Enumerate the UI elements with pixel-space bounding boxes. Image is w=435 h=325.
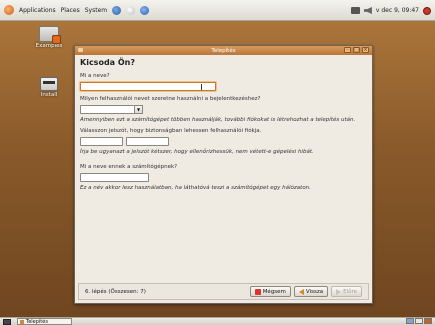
menu-system[interactable]: System xyxy=(85,7,107,14)
username-dropdown-button[interactable]: ▼ xyxy=(134,105,143,114)
username-hint: Amennyiben ezt a számítógépet többen has… xyxy=(80,117,356,123)
wizard-footer: 6. lépés (Összesen: 7) Mégsem Vissza Elő… xyxy=(78,283,369,300)
power-icon[interactable] xyxy=(423,6,431,15)
desktop-icon-install[interactable]: Install xyxy=(34,77,64,98)
installer-window: Telepítés – □ × Kicsoda Ön? Mi a neve? M… xyxy=(74,45,373,304)
maximize-icon[interactable]: □ xyxy=(353,47,360,53)
show-desktop-icon[interactable] xyxy=(3,318,11,325)
ubuntu-logo-icon xyxy=(4,5,14,15)
page-heading: Kicsoda Ön? xyxy=(80,58,135,67)
back-button[interactable]: Vissza xyxy=(293,286,329,297)
password-input[interactable] xyxy=(80,137,123,146)
installer-task-icon xyxy=(20,319,24,324)
help-launcher-icon[interactable] xyxy=(140,5,150,15)
window-controls: – □ × xyxy=(344,47,369,53)
workspace-1[interactable] xyxy=(406,318,414,324)
step-indicator: 6. lépés (Összesen: 7) xyxy=(85,288,146,295)
desktop-icon-examples[interactable]: Examples xyxy=(34,26,64,49)
password-confirm-input[interactable] xyxy=(126,137,169,146)
forward-label: Előre xyxy=(343,288,357,295)
hostname-hint: Ez a név akkor lesz használatban, ha lát… xyxy=(80,185,311,191)
desktop-icon-label: Install xyxy=(40,92,58,98)
volume-icon[interactable] xyxy=(363,7,372,14)
username-row: ▼ xyxy=(80,105,367,114)
network-icon[interactable] xyxy=(350,7,360,14)
firefox-launcher-icon[interactable] xyxy=(112,5,122,15)
window-content: Kicsoda Ön? Mi a neve? Milyen felhasznál… xyxy=(75,55,372,194)
menu-places[interactable]: Places xyxy=(61,7,80,14)
system-tray: v dec 9, 09:47 xyxy=(350,0,431,21)
minimize-icon[interactable]: – xyxy=(344,47,351,53)
text-cursor xyxy=(201,84,202,90)
main-menu: Applications Places System xyxy=(4,5,150,15)
username-input[interactable] xyxy=(80,105,134,114)
examples-folder-icon xyxy=(39,26,61,44)
hostname-input[interactable] xyxy=(80,173,149,182)
workspace-switcher xyxy=(406,318,432,324)
back-label: Vissza xyxy=(305,288,324,295)
chevron-down-icon: ▼ xyxy=(136,107,141,112)
password-label: Válasszon jelszót, hogy biztonságban leh… xyxy=(80,128,262,134)
username-label: Milyen felhasználói nevet szeretne haszn… xyxy=(80,96,261,102)
close-icon[interactable]: × xyxy=(362,47,369,53)
trash-icon[interactable] xyxy=(424,318,432,324)
forward-button[interactable]: Előre xyxy=(331,286,362,297)
password-row xyxy=(80,137,367,146)
full-name-input[interactable] xyxy=(80,82,216,91)
clock[interactable]: v dec 9, 09:47 xyxy=(376,7,419,14)
install-icon xyxy=(40,77,58,91)
window-menu-icon[interactable] xyxy=(78,48,83,52)
cancel-label: Mégsem xyxy=(262,288,286,295)
forward-arrow-icon xyxy=(336,288,342,295)
taskbar-button-installer[interactable]: Telepítés xyxy=(17,318,72,325)
back-arrow-icon xyxy=(298,288,304,295)
cancel-icon xyxy=(254,288,261,295)
top-panel: Applications Places System v dec 9, 09:4… xyxy=(0,0,435,21)
window-title: Telepítés xyxy=(211,47,236,54)
window-titlebar[interactable]: Telepítés – □ × xyxy=(75,46,372,55)
hostname-label: Mi a neve ennek a számítógépnek? xyxy=(80,164,178,170)
workspace-2[interactable] xyxy=(415,318,423,324)
menu-applications[interactable]: Applications xyxy=(19,7,56,14)
taskbar-label: Telepítés xyxy=(26,318,48,325)
bottom-panel: Telepítés xyxy=(0,317,435,325)
mail-launcher-icon[interactable] xyxy=(126,5,136,15)
cancel-button[interactable]: Mégsem xyxy=(249,286,291,297)
name-label: Mi a neve? xyxy=(80,73,110,79)
